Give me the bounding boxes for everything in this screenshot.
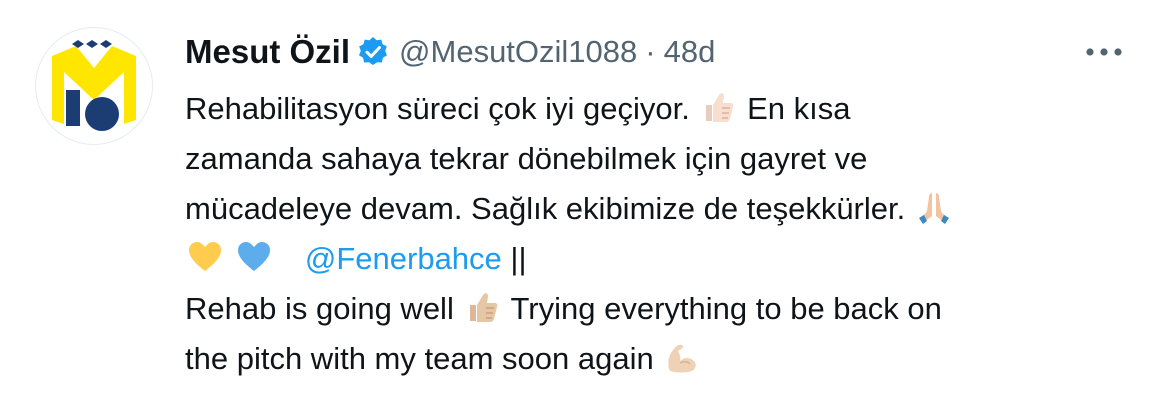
tweet-line: mücadeleye devam. Sağlık ekibimize de te… [185, 184, 1125, 234]
text-segment: zamanda sahaya tekrar dönebilmek için ga… [185, 141, 868, 176]
flexed-biceps-icon [664, 339, 700, 375]
tweet-line: @Fenerbahce || [185, 234, 1125, 284]
text-segment: Trying everything to be back on [510, 291, 942, 326]
text-segment: mücadeleye devam. Sağlık ekibimize de te… [185, 191, 906, 226]
yellow-heart-icon [187, 239, 223, 275]
thumbs-up-medium-light-skin-icon [464, 289, 500, 325]
avatar[interactable] [35, 27, 153, 145]
fenerbahce-logo-icon [52, 40, 136, 131]
tweet-line: zamanda sahaya tekrar dönebilmek için ga… [185, 134, 1125, 184]
text-segment: Rehabilitasyon süreci çok iyi geçiyor. [185, 91, 690, 126]
tweet-line: Rehab is going well Trying everything to… [185, 284, 1125, 334]
user-handle[interactable]: @MesutOzil1088 [399, 34, 637, 70]
thumbs-up-light-skin-icon [700, 89, 736, 125]
text-segment: || [510, 241, 527, 276]
verified-badge-icon [357, 36, 389, 68]
mention-link[interactable]: @Fenerbahce [305, 241, 502, 276]
tweet-age[interactable]: 48d [664, 34, 716, 70]
folded-hands-icon [916, 189, 952, 225]
text-segment: the pitch with my team soon again [185, 341, 654, 376]
text-segment: En kısa [747, 91, 851, 126]
separator-dot: · [645, 34, 656, 69]
more-options-icon[interactable] [1082, 36, 1126, 68]
text-segment: Rehab is going well [185, 291, 454, 326]
tweet-card[interactable]: Mesut Özil @MesutOzil1088 · 48d Rehabili… [0, 0, 1155, 404]
display-name[interactable]: Mesut Özil [185, 33, 350, 71]
tweet-text: Rehabilitasyon süreci çok iyi geçiyor. E… [185, 84, 1125, 384]
tweet-header: Mesut Özil @MesutOzil1088 · 48d [185, 30, 715, 74]
tweet-line: Rehabilitasyon süreci çok iyi geçiyor. E… [185, 84, 1125, 134]
tweet-line: the pitch with my team soon again [185, 334, 1125, 384]
blue-heart-icon [236, 239, 272, 275]
